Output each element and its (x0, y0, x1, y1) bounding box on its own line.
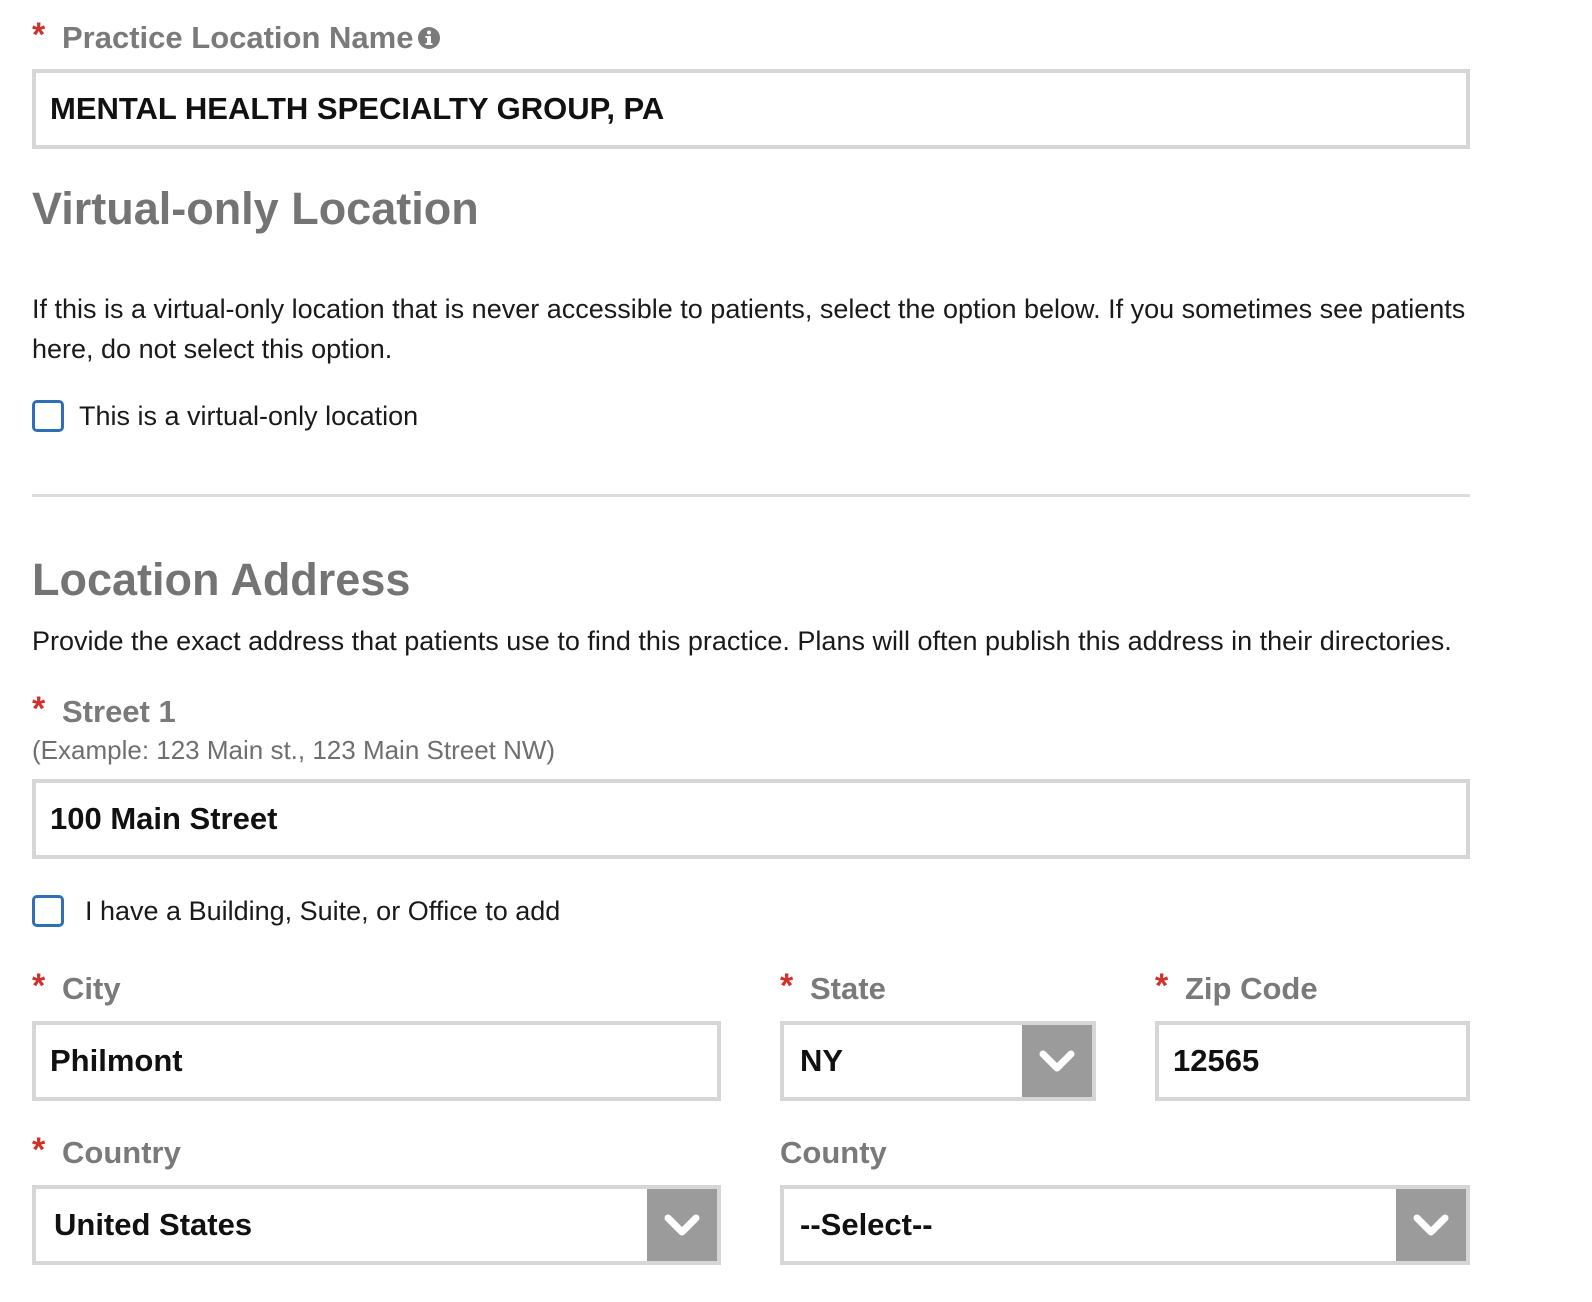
required-asterisk: * (1155, 967, 1169, 1005)
country-select[interactable]: United States (32, 1185, 721, 1265)
location-address-description: Provide the exact address that patients … (32, 626, 1452, 656)
practice-location-name-label-row: * Practice Location Name (32, 16, 441, 60)
county-label-row: County (780, 1135, 887, 1175)
virtual-only-checkbox-label: This is a virtual-only location (79, 401, 419, 431)
suite-checkbox-row[interactable]: I have a Building, Suite, or Office to a… (32, 894, 560, 928)
chevron-down-icon[interactable] (1022, 1025, 1092, 1097)
practice-location-form: * Practice Location Name Virtual-only Lo… (0, 0, 1592, 1302)
state-select-value: NY (800, 1043, 844, 1078)
virtual-only-description: If this is a virtual-only location that … (32, 294, 1466, 364)
city-label: City (62, 971, 121, 1006)
street1-label: Street 1 (62, 694, 176, 729)
required-asterisk: * (32, 967, 46, 1005)
virtual-only-checkbox[interactable] (32, 400, 64, 432)
required-asterisk: * (32, 690, 46, 728)
county-select[interactable]: --Select-- (780, 1185, 1470, 1265)
state-select[interactable]: NY (780, 1021, 1096, 1101)
suite-checkbox[interactable] (32, 895, 64, 927)
section-divider (32, 494, 1470, 497)
chevron-down-icon[interactable] (1396, 1189, 1466, 1261)
practice-location-name-input[interactable] (32, 69, 1470, 149)
chevron-down-icon[interactable] (647, 1189, 717, 1261)
street1-label-row: * Street 1 (32, 690, 176, 734)
virtual-only-checkbox-row[interactable]: This is a virtual-only location (32, 399, 418, 433)
required-asterisk: * (32, 1131, 46, 1169)
info-icon[interactable] (417, 26, 441, 50)
state-label: State (810, 971, 886, 1006)
required-asterisk: * (32, 16, 46, 54)
country-label-row: * Country (32, 1131, 181, 1175)
city-input[interactable] (32, 1021, 721, 1101)
zip-label: Zip Code (1185, 971, 1318, 1006)
zip-label-row: * Zip Code (1155, 967, 1318, 1011)
practice-location-name-label: Practice Location Name (62, 20, 414, 55)
county-label: County (780, 1135, 887, 1170)
country-select-value: United States (54, 1207, 253, 1242)
required-asterisk: * (780, 967, 794, 1005)
virtual-only-heading: Virtual-only Location (32, 183, 479, 234)
suite-checkbox-label: I have a Building, Suite, or Office to a… (85, 896, 561, 926)
street1-input[interactable] (32, 779, 1470, 859)
county-select-value: --Select-- (800, 1207, 933, 1242)
city-label-row: * City (32, 967, 121, 1011)
zip-input[interactable] (1155, 1021, 1470, 1101)
street1-hint: (Example: 123 Main st., 123 Main Street … (32, 735, 556, 765)
location-address-heading: Location Address (32, 554, 411, 605)
state-label-row: * State (780, 967, 886, 1011)
country-label: Country (62, 1135, 181, 1170)
